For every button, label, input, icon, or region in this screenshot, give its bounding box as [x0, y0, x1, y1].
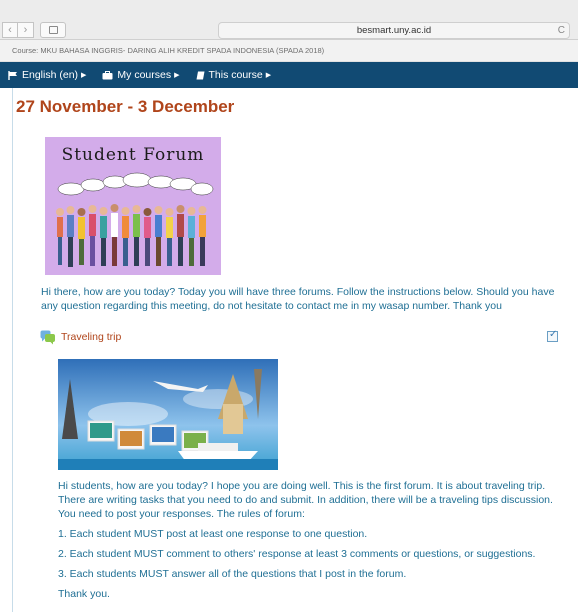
forward-button[interactable]: ›: [18, 22, 34, 38]
section-title: 27 November - 3 December: [16, 97, 235, 116]
browser-toolbar: ‹ › besmart.uny.ac.id C: [0, 0, 578, 40]
forum-link[interactable]: Traveling trip: [61, 331, 121, 343]
url-text: besmart.uny.ac.id: [356, 25, 432, 36]
rule-item: 3. Each students MUST answer all of the …: [58, 568, 407, 580]
reload-icon[interactable]: C: [558, 23, 565, 38]
completion-checkbox[interactable]: ✓: [547, 329, 558, 342]
menu-item-language[interactable]: English (en) ▶: [8, 69, 86, 81]
menu-item-label: This course: [208, 69, 263, 81]
menu-item-my-courses[interactable]: My courses ▶: [102, 69, 180, 81]
checkmark-icon: ✓: [549, 329, 558, 340]
forum-activity[interactable]: Traveling trip: [40, 329, 121, 345]
nav-buttons: ‹ ›: [2, 22, 34, 38]
menu-item-label: My courses: [117, 69, 172, 81]
sidebar-toggle-button[interactable]: [40, 22, 66, 38]
forum-icon: [40, 330, 55, 345]
main-menu: English (en) ▶ My courses ▶ This course …: [0, 62, 578, 88]
rule-item: 2. Each student MUST comment to others' …: [58, 548, 536, 560]
rule-item: 1. Each student MUST post at least one r…: [58, 528, 368, 540]
menu-item-this-course[interactable]: This course ▶: [196, 69, 272, 81]
forum-description: Hi students, how are you today? I hope y…: [58, 480, 553, 520]
menu-item-label: English (en): [22, 69, 79, 81]
closing-text: Thank you.: [58, 588, 110, 600]
back-button[interactable]: ‹: [2, 22, 18, 38]
student-forum-image: Student Forum: [45, 137, 221, 275]
caret-right-icon: ▶: [265, 72, 272, 79]
address-bar[interactable]: besmart.uny.ac.id C: [218, 22, 570, 39]
book-icon: [196, 71, 204, 79]
travel-collage-illustration: [58, 359, 278, 470]
students-illustration: [56, 172, 214, 267]
caret-right-icon: ▶: [174, 72, 180, 79]
caret-right-icon: ▶: [81, 72, 87, 79]
traveling-trip-image: [58, 359, 278, 470]
sidebar-icon: [49, 26, 58, 34]
flag-icon: [8, 70, 17, 80]
section-summary: Hi there, how are you today? Today you w…: [41, 286, 555, 312]
courses-icon: [102, 70, 113, 79]
course-breadcrumb: Course: MKU BAHASA INGGRIS- DARING ALIH …: [0, 40, 578, 62]
